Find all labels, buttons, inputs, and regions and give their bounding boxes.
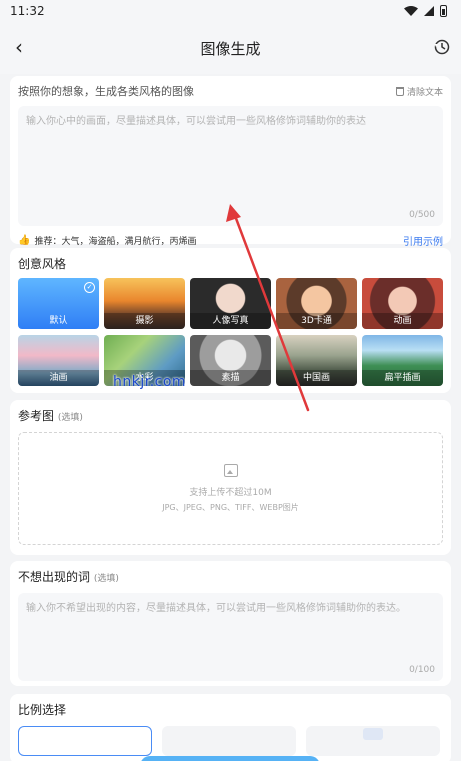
style-tile-sketch[interactable]: 素描: [190, 335, 271, 386]
clear-text-label: 清除文本: [406, 87, 443, 98]
style-label: 人像写真: [190, 313, 271, 329]
ratio-option-1[interactable]: [18, 726, 152, 756]
negative-optional-tag: (选填): [93, 574, 119, 584]
trash-icon: [395, 86, 404, 96]
clear-text-button[interactable]: 清除文本: [395, 85, 443, 98]
reference-optional-tag: (选填): [57, 413, 83, 423]
page-title: 图像生成: [200, 39, 261, 58]
ratio-select-card: 比例选择: [10, 694, 451, 761]
ratio-shape-icon: [363, 728, 383, 740]
upload-format-hint: JPG、JPEG、PNG、TIFF、WEBP图片: [162, 503, 299, 512]
watermark-text: hnkjr.com: [113, 374, 187, 390]
upload-size-hint: 支持上传不超过10M: [189, 488, 272, 498]
image-upload-area[interactable]: 支持上传不超过10M JPG、JPEG、PNG、TIFF、WEBP图片: [18, 432, 443, 545]
status-time: 11:32: [10, 4, 45, 18]
prompt-input[interactable]: 输入你心中的画面，尽量描述具体，可以尝试用一些风格修饰词辅助你的表达 0/500: [18, 106, 443, 226]
ratio-option-3[interactable]: [306, 726, 440, 756]
style-tile-chinese-painting[interactable]: 中国画: [276, 335, 357, 386]
ratio-options: [18, 726, 443, 756]
recommend-text-group[interactable]: 👍 推荐：大气，海盗船，满月航行，丙烯画: [18, 234, 196, 247]
prompt-placeholder: 输入你心中的画面，尽量描述具体，可以尝试用一些风格修饰词辅助你的表达: [26, 116, 366, 127]
style-tile-portrait[interactable]: 人像写真: [190, 278, 271, 329]
signal-icon: [424, 6, 434, 16]
reference-title: 参考图: [18, 409, 55, 423]
prompt-card: 按照你的想象，生成各类风格的图像 清除文本 输入你心中的画面，尽量描述具体，可以…: [10, 76, 451, 248]
status-bar: 11:32: [0, 0, 461, 22]
battery-icon: [440, 5, 447, 17]
negative-prompt-card: 不想出现的词 (选填) 输入你不希望出现的内容，尽量描述具体，可以尝试用一些风格…: [10, 561, 451, 686]
negative-prompt-input[interactable]: 输入你不希望出现的内容，尽量描述具体，可以尝试用一些风格修饰词辅助你的表达。 0…: [18, 593, 443, 681]
status-icons: [404, 5, 447, 17]
check-icon: ✓: [84, 282, 95, 293]
prompt-char-counter: 0/500: [409, 210, 435, 220]
style-label: 摄影: [104, 313, 185, 329]
negative-placeholder: 输入你不希望出现的内容，尽量描述具体，可以尝试用一些风格修饰词辅助你的表达。: [26, 603, 406, 614]
use-example-link[interactable]: 引用示例: [403, 233, 443, 248]
history-icon[interactable]: [433, 38, 451, 56]
back-arrow-icon[interactable]: ‹: [8, 36, 30, 60]
negative-char-counter: 0/100: [409, 665, 435, 675]
style-label: 素描: [190, 370, 271, 386]
wifi-icon: [404, 6, 418, 16]
negative-title: 不想出现的词: [18, 570, 91, 584]
style-tile-3d-cartoon[interactable]: 3D卡通: [276, 278, 357, 329]
style-tile-anime[interactable]: 动画: [362, 278, 443, 329]
reference-section-title: 参考图 (选填): [18, 406, 443, 426]
style-label: 3D卡通: [276, 313, 357, 329]
ratio-section-title: 比例选择: [18, 703, 67, 717]
recommend-text: 推荐：大气，海盗船，满月航行，丙烯画: [34, 236, 197, 247]
style-grid: ✓ 默认 摄影 人像写真 3D卡通 动画 油画 水彩 素描 中国画 扁平插画: [18, 278, 443, 386]
style-section-title: 创意风格: [18, 257, 67, 271]
style-tile-photography[interactable]: 摄影: [104, 278, 185, 329]
generate-button[interactable]: [140, 756, 320, 761]
ratio-option-2[interactable]: [162, 726, 296, 756]
style-label: 默认: [49, 316, 68, 326]
style-label: 油画: [18, 370, 99, 386]
prompt-header: 按照你的想象，生成各类风格的图像 清除文本: [18, 82, 443, 100]
image-upload-icon: [223, 464, 238, 477]
style-label: 动画: [362, 313, 443, 329]
negative-section-title: 不想出现的词 (选填): [18, 567, 443, 587]
prompt-title: 按照你的想象，生成各类风格的图像: [18, 85, 194, 98]
style-label: 中国画: [276, 370, 357, 386]
style-tile-flat-illustration[interactable]: 扁平插画: [362, 335, 443, 386]
thumbs-up-icon: 👍: [18, 234, 31, 246]
creative-style-card: 创意风格 ✓ 默认 摄影 人像写真 3D卡通 动画 油画 水彩 素描 中国画 扁…: [10, 248, 451, 393]
style-tile-oil-painting[interactable]: 油画: [18, 335, 99, 386]
top-nav-bar: ‹ 图像生成: [0, 22, 461, 74]
style-tile-default[interactable]: ✓ 默认: [18, 278, 99, 329]
style-label: 扁平插画: [362, 370, 443, 386]
reference-image-card: 参考图 (选填) 支持上传不超过10M JPG、JPEG、PNG、TIFF、WE…: [10, 400, 451, 555]
